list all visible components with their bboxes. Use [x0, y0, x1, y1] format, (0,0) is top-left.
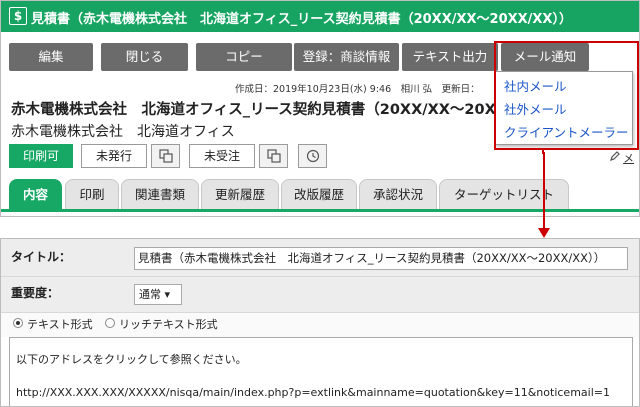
text-output-button[interactable]: テキスト出力: [402, 43, 498, 71]
title-input[interactable]: 見積書（赤木電機株式会社 北海道オフィス_リース契約見積書（20XX/XX～20…: [134, 247, 628, 270]
pencil-icon[interactable]: [609, 150, 621, 162]
rich-text-format-radio[interactable]: [105, 318, 115, 328]
print-ok-badge[interactable]: 印刷可: [9, 144, 73, 168]
title-label: タイトル：: [11, 250, 72, 264]
order-history-icon[interactable]: [259, 144, 288, 168]
tab-update-history[interactable]: 更新履歴: [201, 179, 279, 209]
importance-row: 重要度： 通常 ▾: [1, 277, 639, 313]
connector-arrow: [538, 148, 550, 238]
order-status-badge: 未受注: [189, 144, 255, 168]
record-heading: 赤木電機株式会社 北海道オフィス_リース契約見積書（20XX/XX～20XX/X…: [11, 102, 550, 118]
body-instruction: 以下のアドレスをクリックして参照ください。: [16, 353, 247, 366]
title-bar: $ 見積書（赤木電機株式会社 北海道オフィス_リース契約見積書（20XX/XX～…: [1, 1, 639, 32]
tab-revision-history[interactable]: 改版履歴: [281, 179, 357, 209]
tab-content[interactable]: 内容: [9, 179, 62, 209]
register-deal-button[interactable]: 登録：商談情報: [294, 43, 399, 71]
quotation-app-icon: $: [9, 7, 27, 25]
issue-history-icon[interactable]: [151, 144, 180, 168]
mail-body-textarea[interactable]: 以下のアドレスをクリックして参照ください。 http://XXX.XXX.XXX…: [9, 337, 633, 406]
rich-text-format-label[interactable]: リッチテキスト形式: [119, 316, 218, 332]
title-row: タイトル： 見積書（赤木電機株式会社 北海道オフィス_リース契約見積書（20XX…: [1, 239, 639, 277]
tab-related-docs[interactable]: 関連書類: [121, 179, 199, 209]
format-row: テキスト形式 リッチテキスト形式: [1, 313, 639, 337]
tab-approval-status[interactable]: 承認状況: [359, 179, 437, 209]
text-format-label[interactable]: テキスト形式: [27, 316, 93, 332]
copy-button[interactable]: コピー: [196, 43, 292, 71]
clock-icon[interactable]: [298, 144, 327, 168]
body-link-url: http://XXX.XXX.XXX/XXXXX/nisqa/main/inde…: [16, 386, 610, 399]
created-meta: 作成日：2019年10月23日(水) 9:46 相川 弘 更新日：: [235, 84, 480, 95]
importance-select[interactable]: 通常 ▾: [134, 284, 182, 305]
edit-button[interactable]: 編集: [9, 43, 93, 71]
window-title: 見積書（赤木電機株式会社 北海道オフィス_リース契約見積書（20XX/XX～20…: [31, 12, 572, 27]
record-subtitle: 赤木電機株式会社 北海道オフィス: [11, 124, 235, 140]
issue-status-badge: 未発行: [81, 144, 147, 168]
text-format-radio[interactable]: [13, 318, 23, 328]
tab-print[interactable]: 印刷: [65, 179, 119, 209]
memo-link[interactable]: メ: [623, 150, 634, 166]
close-button[interactable]: 閉じる: [101, 43, 188, 71]
highlight-frame: [494, 41, 639, 150]
importance-label: 重要度：: [11, 286, 60, 300]
mail-compose-panel: タイトル： 見積書（赤木電機株式会社 北海道オフィス_リース契約見積書（20XX…: [0, 238, 640, 407]
